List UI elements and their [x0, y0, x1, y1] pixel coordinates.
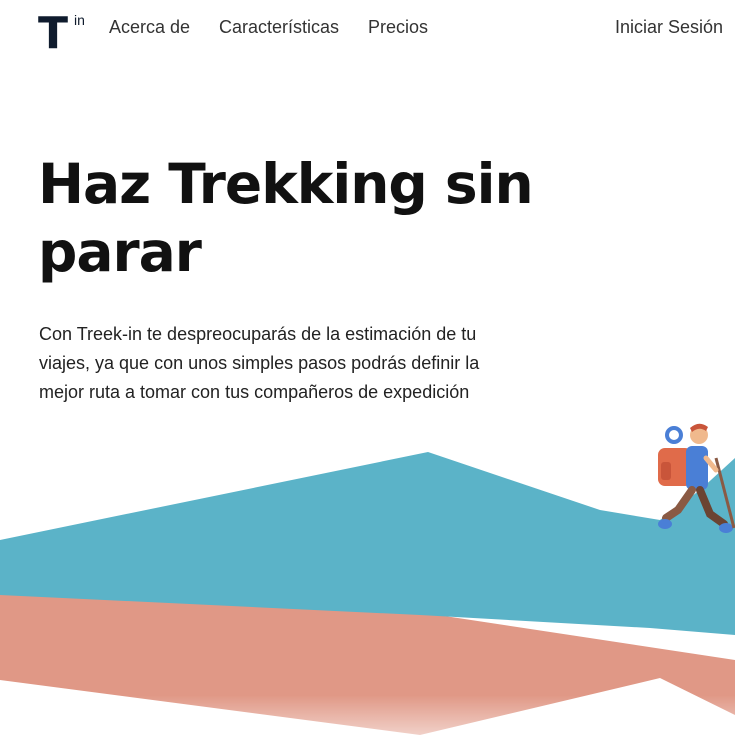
hero-description: Con Treek-in te despreocuparás de la est…: [39, 324, 480, 402]
top-navbar: T in Acerca de Características Precios I…: [0, 0, 735, 56]
bottom-fade: [0, 695, 735, 735]
logo-superscript: in: [74, 12, 85, 28]
hero-title: Haz Trekking sin parar: [38, 152, 534, 284]
logo-letter: T: [38, 8, 69, 59]
login-link[interactable]: Iniciar Sesión: [615, 17, 723, 38]
nav-link-about[interactable]: Acerca de: [109, 17, 190, 38]
nav-link-pricing[interactable]: Precios: [368, 17, 428, 38]
landing-page: T in Acerca de Características Precios I…: [0, 0, 735, 735]
nav-link-features[interactable]: Características: [219, 17, 339, 38]
brand-logo[interactable]: T in: [38, 8, 88, 59]
hiker-icon: [658, 423, 735, 533]
mountain-illustration: [0, 452, 735, 735]
